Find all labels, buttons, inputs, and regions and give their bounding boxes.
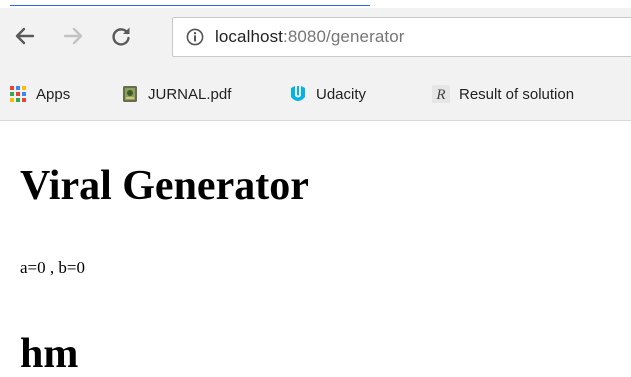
reload-icon	[112, 27, 130, 46]
bookmark-result-of-solution[interactable]: R Result of solution	[432, 85, 574, 103]
udacity-logo-icon	[291, 86, 305, 101]
pdf-file-icon	[123, 86, 137, 102]
page-title: Viral Generator	[20, 163, 309, 209]
arrow-left-icon	[15, 27, 35, 45]
cut-off-link-underline	[0, 0, 631, 8]
bookmark-label: JURNAL.pdf	[148, 85, 232, 103]
bookmark-label: Apps	[36, 85, 71, 103]
bookmark-apps[interactable]: Apps	[9, 85, 70, 103]
bookmark-udacity[interactable]: Udacity	[289, 85, 366, 103]
r-logo-icon: R	[432, 85, 450, 103]
back-button[interactable]	[10, 21, 40, 51]
bookmark-label: Udacity	[316, 85, 367, 103]
values-text: a=0 , b=0	[20, 258, 85, 277]
bookmark-jurnal-pdf[interactable]: JURNAL.pdf	[121, 85, 231, 103]
subheading: hm	[20, 331, 79, 377]
info-icon[interactable]	[186, 28, 204, 46]
bookmark-label: Result of solution	[459, 85, 575, 103]
url-path: :8080/generator	[283, 27, 405, 46]
browser-chrome: localhost:8080/generator Apps JURNAL.pdf	[0, 8, 631, 121]
reload-button[interactable]	[106, 21, 136, 51]
url-text[interactable]: localhost:8080/generator	[215, 27, 405, 47]
svg-text:R: R	[435, 87, 445, 103]
apps-grid-icon	[9, 85, 27, 103]
address-bar[interactable]: localhost:8080/generator	[172, 17, 631, 57]
forward-button[interactable]	[58, 21, 88, 51]
bookmarks-bar: Apps JURNAL.pdf Udacity R Result of solu…	[0, 78, 631, 112]
url-host: localhost	[215, 27, 283, 46]
arrow-right-icon	[63, 27, 83, 45]
